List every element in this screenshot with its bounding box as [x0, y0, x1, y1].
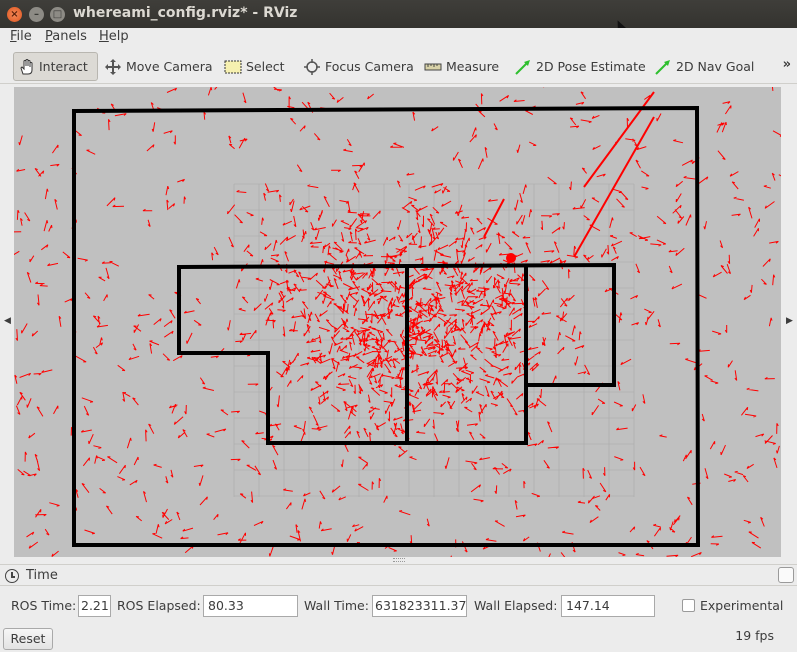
menubar: File Panels Help — [0, 28, 797, 48]
ros-time-label: ROS Time: — [11, 598, 77, 613]
hand-icon — [17, 58, 35, 76]
ros-elapsed-field[interactable]: 80.33 — [203, 595, 298, 617]
ros-elapsed-label: ROS Elapsed: — [117, 598, 201, 613]
window-titlebar: × – □ whereami_config.rviz* - RViz — [0, 0, 797, 28]
wall-time-label: Wall Time: — [304, 598, 369, 613]
reset-button[interactable]: Reset — [3, 628, 53, 650]
window-title: whereami_config.rviz* - RViz — [73, 5, 298, 21]
ros-time-field[interactable]: 2.21 — [78, 595, 111, 617]
tool-measure[interactable]: Measure — [424, 52, 499, 81]
particle-streak — [483, 198, 505, 238]
time-panel-header: Time — [0, 564, 797, 586]
render-viewport[interactable] — [14, 87, 781, 557]
experimental-checkbox[interactable] — [682, 599, 695, 612]
right-panel-toggle-icon[interactable]: ▶ — [786, 316, 793, 326]
tool-select[interactable]: Select — [224, 52, 285, 81]
particle-cluster — [506, 253, 516, 263]
menu-help[interactable]: Help — [99, 29, 129, 44]
experimental-label: Experimental — [700, 598, 784, 613]
fps-readout: 19 fps — [735, 628, 774, 643]
close-window-button[interactable]: × — [7, 7, 22, 22]
time-panel: Time ROS Time: 2.21 ROS Elapsed: 80.33 W… — [0, 564, 797, 652]
tool-move-camera[interactable]: Move Camera — [104, 52, 213, 81]
green-arrow-icon — [514, 58, 532, 76]
tool-2d-nav-goal[interactable]: 2D Nav Goal — [654, 52, 754, 81]
tool-toolbar: Interact Move Camera Select Focus Camera… — [0, 48, 797, 84]
tool-interact[interactable]: Interact — [13, 52, 98, 81]
tool-focus-camera[interactable]: Focus Camera — [303, 52, 414, 81]
particle-arrows — [14, 87, 781, 557]
wall-elapsed-field[interactable]: 147.14 — [561, 595, 655, 617]
select-icon — [224, 58, 242, 76]
wall-elapsed-label: Wall Elapsed: — [474, 598, 558, 613]
panel-float-button[interactable] — [778, 567, 794, 583]
map-walls — [72, 105, 701, 547]
left-panel-toggle-icon[interactable]: ◀ — [4, 316, 11, 326]
ruler-icon — [424, 58, 442, 76]
wall-time-field[interactable]: 631823311.37 — [372, 595, 467, 617]
menu-panels[interactable]: Panels — [45, 29, 87, 44]
time-panel-title: Time — [26, 568, 58, 583]
move-camera-icon — [104, 58, 122, 76]
toolbar-overflow-button[interactable]: » — [783, 57, 791, 72]
tool-2d-pose-estimate[interactable]: 2D Pose Estimate — [514, 52, 646, 81]
minimize-window-button[interactable]: – — [29, 7, 44, 22]
menu-file[interactable]: File — [10, 29, 32, 44]
splitter-handle[interactable] — [393, 558, 405, 562]
map-scene — [14, 87, 781, 557]
green-arrow-icon — [654, 58, 672, 76]
maximize-window-button[interactable]: □ — [50, 7, 65, 22]
particle-cloud — [14, 87, 781, 557]
clock-icon — [5, 569, 19, 583]
focus-camera-icon — [303, 58, 321, 76]
